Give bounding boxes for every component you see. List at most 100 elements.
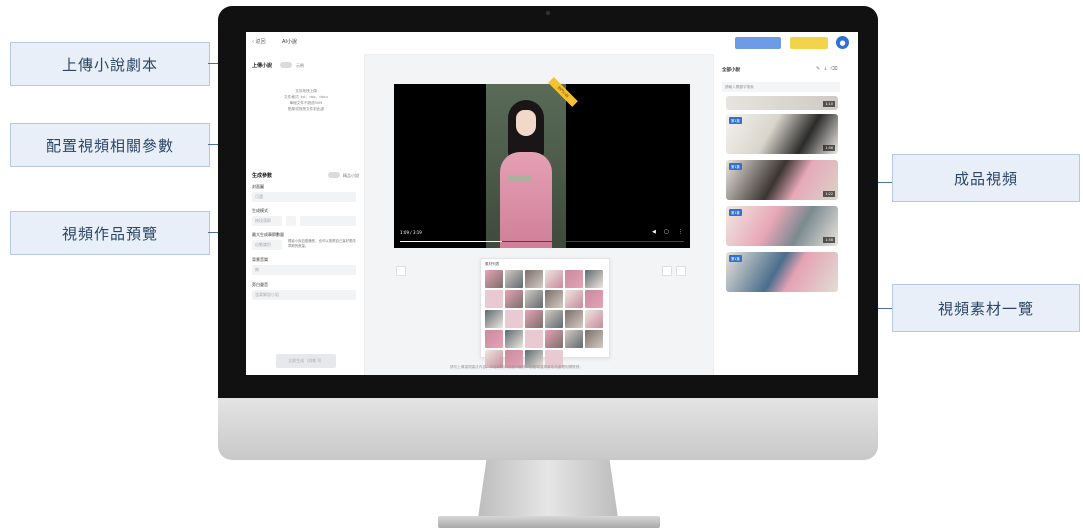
material-thumbnail[interactable] [505, 310, 523, 328]
voice-value: 溫柔解說小姐 [255, 292, 279, 297]
material-thumbnail[interactable] [525, 290, 543, 308]
material-thumbnail[interactable] [485, 330, 503, 348]
account-button[interactable] [735, 37, 781, 49]
prev-button[interactable] [396, 266, 406, 276]
card-duration: 1:58 [823, 237, 835, 243]
gen-params-title: 生成參數 [252, 173, 273, 179]
material-thumbnail[interactable] [585, 290, 603, 308]
callout-upload-script: 上傳小說劇本 [10, 42, 210, 86]
layout-button[interactable] [662, 266, 672, 276]
video-card[interactable]: 1:10 [726, 96, 838, 110]
volume-icon[interactable]: ◀ [652, 229, 656, 235]
material-thumbnail[interactable] [525, 270, 543, 288]
delete-icon[interactable]: ⌫ [830, 66, 840, 72]
mode-value: 按段落節 [255, 218, 271, 223]
character-face [516, 110, 536, 136]
hot-novel-ribbon: 熱門小說 [548, 77, 578, 107]
material-thumbnail[interactable] [485, 310, 503, 328]
video-card[interactable]: 第1集 1:22 [726, 160, 838, 200]
monitor-chin [218, 398, 878, 460]
app-screen: ‹ 返回 AI小說 ● 上傳小說 示例 支持拖拽上傳 文件格式: txt、doc… [246, 32, 858, 375]
notice-text: 請勿上傳違規違法內容，平台將對內容進行審核，如發現違規將依法處理相關賬號。 [450, 365, 583, 369]
card-episode-tag: 第1集 [729, 209, 742, 216]
upload-hint-text: 支持拖拽上傳 文件格式: txt、doc、docx 單個文件不超過50M 點擊或… [284, 89, 328, 111]
card-duration: 1:10 [823, 101, 835, 107]
camera-icon [546, 11, 550, 15]
bgm-select[interactable]: 無 [252, 265, 356, 275]
mode-stepper-minus[interactable] [286, 216, 296, 226]
expand-button[interactable] [676, 266, 686, 276]
max-chapters-select[interactable]: 自動識別 [252, 240, 282, 250]
all-novels-title: 全部小說 [722, 68, 740, 73]
points-button[interactable] [790, 37, 828, 49]
generate-button[interactable]: 立即生成（消耗 0） [276, 354, 336, 368]
subtitle-blur [508, 176, 532, 182]
video-player[interactable]: 熱門小說 1:09 / 3:19 ◀ ▢ ⋮ [394, 77, 690, 248]
material-thumbnail[interactable] [525, 310, 543, 328]
progress-bar[interactable] [400, 241, 684, 242]
bgm-placeholder: 無 [255, 267, 259, 272]
voice-label: 旁白聲音 [252, 282, 268, 287]
mode-label: 生成模式 [252, 208, 268, 213]
upload-sample-label: 示例 [296, 63, 304, 68]
search-input[interactable]: 請輸入關鍵字搜索 [722, 82, 840, 92]
material-thumbnail[interactable] [565, 310, 583, 328]
page-title: AI小說 [282, 39, 297, 45]
material-thumbnail[interactable] [505, 290, 523, 308]
back-button[interactable]: ‹ 返回 [252, 38, 266, 45]
mode-select[interactable]: 按段落節 [252, 216, 282, 226]
mode-stepper-value[interactable] [300, 216, 356, 226]
material-panel: 素材列表 [480, 258, 610, 368]
settings-panel: 上傳小說 示例 支持拖拽上傳 文件格式: txt、doc、docx 單個文件不超… [246, 54, 365, 375]
max-chapters-value: 自動識別 [255, 242, 271, 247]
upload-dropzone[interactable]: 支持拖拽上傳 文件格式: txt、doc、docx 單個文件不超過50M 點擊或… [270, 88, 342, 112]
more-options-icon[interactable]: ⋮ [678, 229, 683, 235]
user-avatar-icon[interactable]: ● [836, 36, 849, 49]
material-thumbnail[interactable] [585, 330, 603, 348]
material-thumbnail[interactable] [545, 270, 563, 288]
finished-videos-panel: 全部小說 ✎↓⌫ 請輸入關鍵字搜索 1:10 第1集 1:56 第1集 1:22… [713, 54, 858, 375]
voice-select[interactable]: 溫柔解說小姐 [252, 290, 356, 300]
material-thumbnail[interactable] [545, 330, 563, 348]
card-duration: 1:56 [823, 145, 835, 151]
material-title: 素材列表 [485, 262, 500, 266]
top-bar: ‹ 返回 AI小說 ● [246, 32, 858, 55]
material-thumbnail[interactable] [585, 270, 603, 288]
search-placeholder: 請輸入關鍵字搜索 [725, 84, 754, 89]
callout-config-params: 配置視頻相關參數 [10, 123, 210, 167]
callout-video-preview: 視頻作品預覽 [10, 211, 210, 255]
material-thumbnail[interactable] [485, 270, 503, 288]
bgm-label: 背景音樂 [252, 257, 268, 262]
character-robe [500, 152, 552, 248]
fullscreen-icon[interactable]: ▢ [664, 229, 669, 235]
video-card[interactable]: 第1集 1:56 [726, 114, 838, 154]
video-card[interactable]: 第1集 1:58 [726, 206, 838, 246]
monitor-stand-base [438, 516, 660, 528]
play-time: 1:09 / 3:19 [400, 230, 422, 235]
upload-sample-toggle[interactable] [280, 62, 292, 68]
cover-placeholder: 可選 [255, 194, 263, 199]
max-chapters-hint: 根據小說自動識別，也可以按照自己喜好更改章節的數量。 [288, 239, 356, 248]
panel-tools: ✎↓⌫ [816, 66, 840, 72]
monitor-stand [478, 460, 618, 518]
ribbon-label: 熱門小說 [556, 85, 570, 99]
material-thumbnail[interactable] [545, 290, 563, 308]
material-thumbnail[interactable] [545, 310, 563, 328]
card-episode-tag: 第1集 [729, 163, 742, 170]
callout-finished-videos: 成品視頻 [892, 154, 1080, 202]
material-thumbnail[interactable] [565, 290, 583, 308]
material-thumbnail[interactable] [505, 330, 523, 348]
material-thumbnail[interactable] [565, 330, 583, 348]
callout-video-materials: 視頻素材一覽 [892, 284, 1080, 332]
card-episode-tag: 第1集 [729, 117, 742, 124]
cover-field[interactable]: 可選 [252, 192, 356, 202]
card-episode-tag: 第1集 [729, 255, 742, 262]
cover-label: 封面圖 [252, 184, 264, 189]
material-thumbnail[interactable] [585, 310, 603, 328]
material-thumbnail[interactable] [505, 270, 523, 288]
material-thumbnail[interactable] [525, 330, 543, 348]
material-thumbnail[interactable] [565, 270, 583, 288]
video-card[interactable]: 第1集 [726, 252, 838, 292]
material-thumbnail[interactable] [485, 290, 503, 308]
premium-novel-toggle[interactable] [328, 172, 340, 178]
